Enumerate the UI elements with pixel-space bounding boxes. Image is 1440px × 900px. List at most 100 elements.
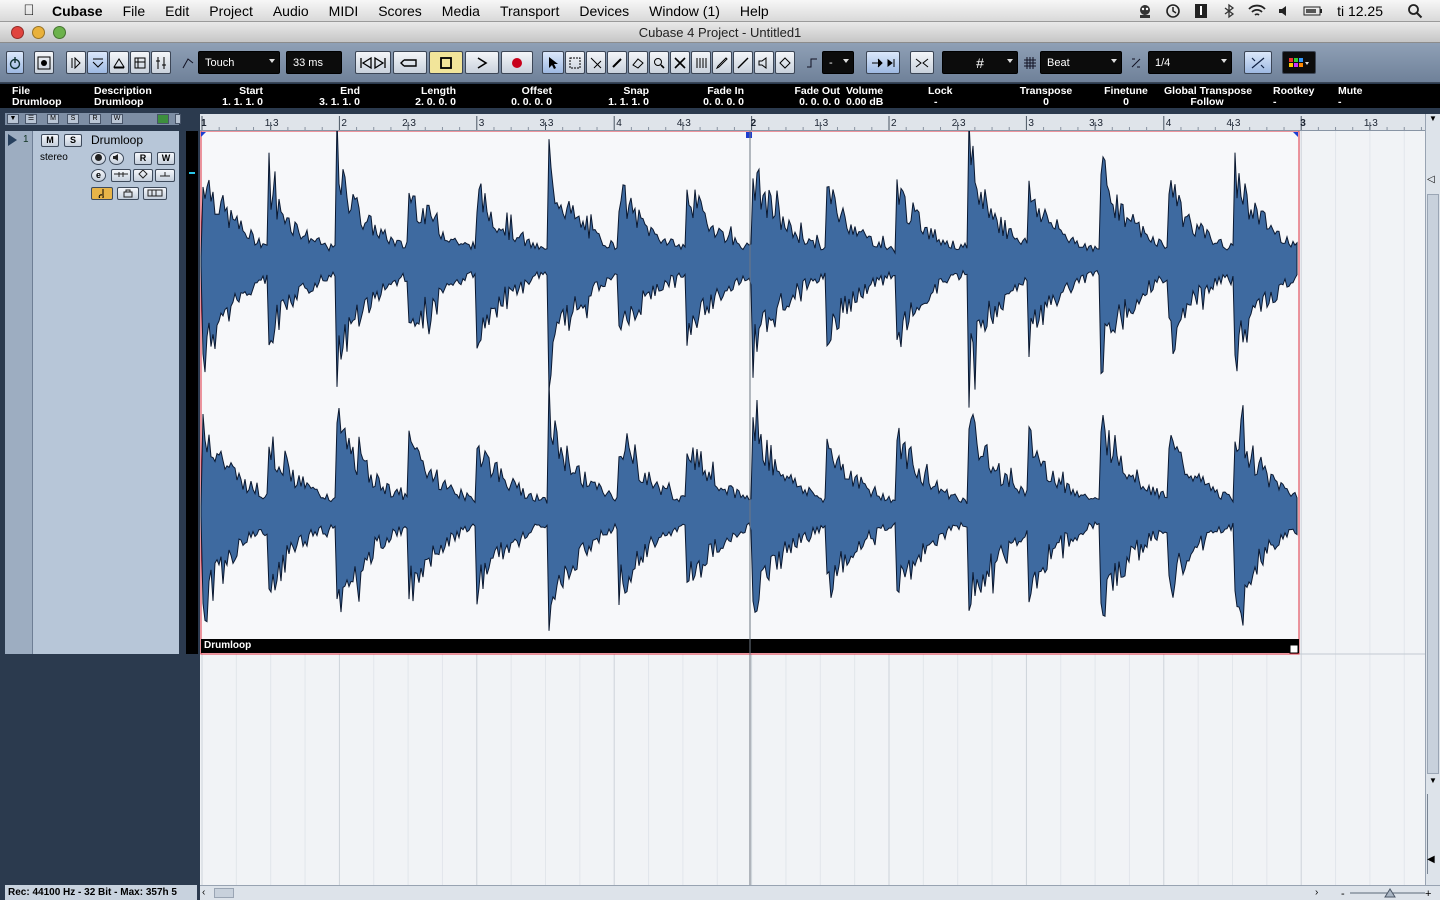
lanes-button[interactable]	[143, 187, 167, 200]
event-volume-handle[interactable]	[1289, 644, 1299, 654]
color-palette-button[interactable]	[1282, 51, 1316, 74]
object-selection-tool[interactable]	[542, 51, 564, 74]
constrain-delay-button[interactable]	[34, 51, 54, 74]
line-tool[interactable]	[733, 51, 753, 74]
show-inspector-button[interactable]	[66, 51, 86, 74]
eq-bypass-button[interactable]	[133, 169, 153, 182]
mute-tool[interactable]	[670, 51, 690, 74]
vertical-scroll-thumb[interactable]	[1427, 194, 1439, 774]
info-rootkey[interactable]: Rootkey -	[1273, 86, 1314, 108]
split-tool[interactable]	[586, 51, 606, 74]
info-lock[interactable]: Lock -	[928, 86, 953, 108]
info-file[interactable]: File Drumloop	[12, 86, 62, 108]
color-tool[interactable]	[775, 51, 795, 74]
info-fade-out[interactable]: Fade Out 0. 0. 0. 0	[778, 86, 840, 108]
range-selection-tool[interactable]	[565, 51, 585, 74]
snap-type-select[interactable]: #	[942, 51, 1018, 74]
show-overview-button[interactable]	[109, 51, 129, 74]
scroll-left-icon[interactable]: ‹	[202, 886, 212, 900]
read-automation-button[interactable]: R	[134, 152, 152, 165]
menu-window[interactable]: Window (1)	[639, 0, 730, 22]
stop-button[interactable]	[429, 51, 463, 74]
info-transpose[interactable]: Transpose 0	[1019, 86, 1073, 108]
glue-tool[interactable]	[607, 51, 627, 74]
book-icon[interactable]	[1190, 0, 1212, 22]
play-button[interactable]	[465, 51, 499, 74]
locate-prev-next-button[interactable]	[355, 51, 391, 74]
user-icon[interactable]	[1134, 0, 1156, 22]
snap-to-zero-button[interactable]	[910, 51, 934, 74]
write-automation-button[interactable]: W	[157, 152, 175, 165]
window-titlebar[interactable]: Cubase 4 Project - Untitled1	[0, 22, 1440, 43]
autoscroll-select[interactable]: -	[822, 51, 854, 74]
edit-channel-button[interactable]: e	[91, 169, 106, 182]
zoom-tool[interactable]	[649, 51, 669, 74]
insert-bypass-button[interactable]	[111, 169, 131, 182]
menu-project[interactable]: Project	[199, 0, 263, 22]
event-volume-top-handle[interactable]	[746, 132, 752, 138]
timeline-ruler[interactable]: 1 1.3 2 2.3 3 3.3 4 4.3 2 1.3 2 2.3 3 3.3 4 4.3 3 1.3	[200, 114, 1425, 131]
scroll-up-icon[interactable]: ▼	[1427, 114, 1439, 126]
global-mute-icon[interactable]: M	[47, 114, 59, 124]
track-list-divider-handle[interactable]	[175, 114, 181, 124]
menu-file[interactable]: File	[113, 0, 156, 22]
wifi-icon[interactable]	[1246, 0, 1268, 22]
sends-bypass-button[interactable]	[155, 169, 175, 182]
erase-tool[interactable]	[628, 51, 648, 74]
step-input-button[interactable]	[1244, 51, 1272, 74]
info-offset[interactable]: Offset 0. 0. 0. 0	[490, 86, 552, 108]
vertical-scrollbar[interactable]: ▼ ◁ ▼ ◀	[1425, 114, 1440, 885]
autoscroll-icon[interactable]	[804, 51, 820, 74]
spotlight-icon[interactable]	[1404, 0, 1426, 22]
horizontal-scrollbar[interactable]: ‹ › - +	[200, 885, 1440, 900]
menu-transport[interactable]: Transport	[490, 0, 569, 22]
battery-icon[interactable]	[1302, 0, 1324, 22]
menu-scores[interactable]: Scores	[368, 0, 432, 22]
quantize-value-select[interactable]: 1/4	[1148, 51, 1232, 74]
info-description[interactable]: Description Drumloop	[94, 86, 152, 108]
event-display[interactable]: Drumloop	[200, 131, 1425, 885]
info-mute[interactable]: Mute -	[1338, 86, 1363, 108]
info-fade-in[interactable]: Fade In 0. 0. 0. 0	[682, 86, 744, 108]
scroll-down-icon[interactable]: ▼	[1427, 776, 1439, 788]
horizontal-scroll-thumb[interactable]	[214, 888, 234, 898]
automation-mode-select[interactable]: Touch	[198, 51, 280, 74]
zoom-window-button[interactable]	[53, 26, 66, 39]
info-length[interactable]: Length 2. 0. 0. 0	[394, 86, 456, 108]
cycle-button[interactable]	[393, 51, 427, 74]
scroll-right-icon[interactable]: ›	[1315, 886, 1325, 900]
horizontal-zoom-slider[interactable]: - +	[1340, 886, 1435, 900]
info-global-transpose[interactable]: Global Transpose Follow	[1164, 86, 1252, 108]
track-colors-icon[interactable]	[157, 114, 169, 124]
menu-devices[interactable]: Devices	[569, 0, 639, 22]
open-mixer-button[interactable]	[151, 51, 171, 74]
track-list-collapse-icon[interactable]: ▼	[7, 114, 19, 124]
minimize-window-button[interactable]	[32, 26, 45, 39]
lock-button[interactable]	[117, 187, 139, 200]
global-write-icon[interactable]: W	[111, 114, 123, 124]
play-tool[interactable]	[754, 51, 774, 74]
track-list-menu-icon[interactable]: ☰	[25, 114, 37, 124]
musical-mode-button[interactable]	[91, 187, 113, 200]
track-solo-button[interactable]: S	[64, 134, 82, 147]
track-name[interactable]: Drumloop	[91, 133, 143, 147]
zoom-out-vertical-icon[interactable]: ◁	[1427, 174, 1439, 196]
track-drumloop[interactable]: M S Drumloop stereo R W e	[33, 131, 179, 654]
record-button[interactable]	[501, 51, 533, 74]
time-warp-tool[interactable]	[691, 51, 711, 74]
info-finetune[interactable]: Finetune 0	[1104, 86, 1148, 108]
apple-icon[interactable]: 	[18, 2, 40, 19]
menu-media[interactable]: Media	[432, 0, 490, 22]
time-machine-icon[interactable]	[1162, 0, 1184, 22]
global-solo-icon[interactable]: S	[67, 114, 79, 124]
snap-on-off-button[interactable]	[866, 51, 900, 74]
menu-app[interactable]: Cubase	[40, 0, 113, 22]
info-start[interactable]: Start 1. 1. 1. 0	[203, 86, 263, 108]
grid-type-select[interactable]: Beat	[1040, 51, 1122, 74]
menu-midi[interactable]: MIDI	[319, 0, 369, 22]
open-pool-button[interactable]	[130, 51, 150, 74]
bluetooth-icon[interactable]	[1218, 0, 1240, 22]
record-enable-button[interactable]	[91, 152, 106, 165]
menu-edit[interactable]: Edit	[155, 0, 199, 22]
draw-tool[interactable]	[712, 51, 732, 74]
